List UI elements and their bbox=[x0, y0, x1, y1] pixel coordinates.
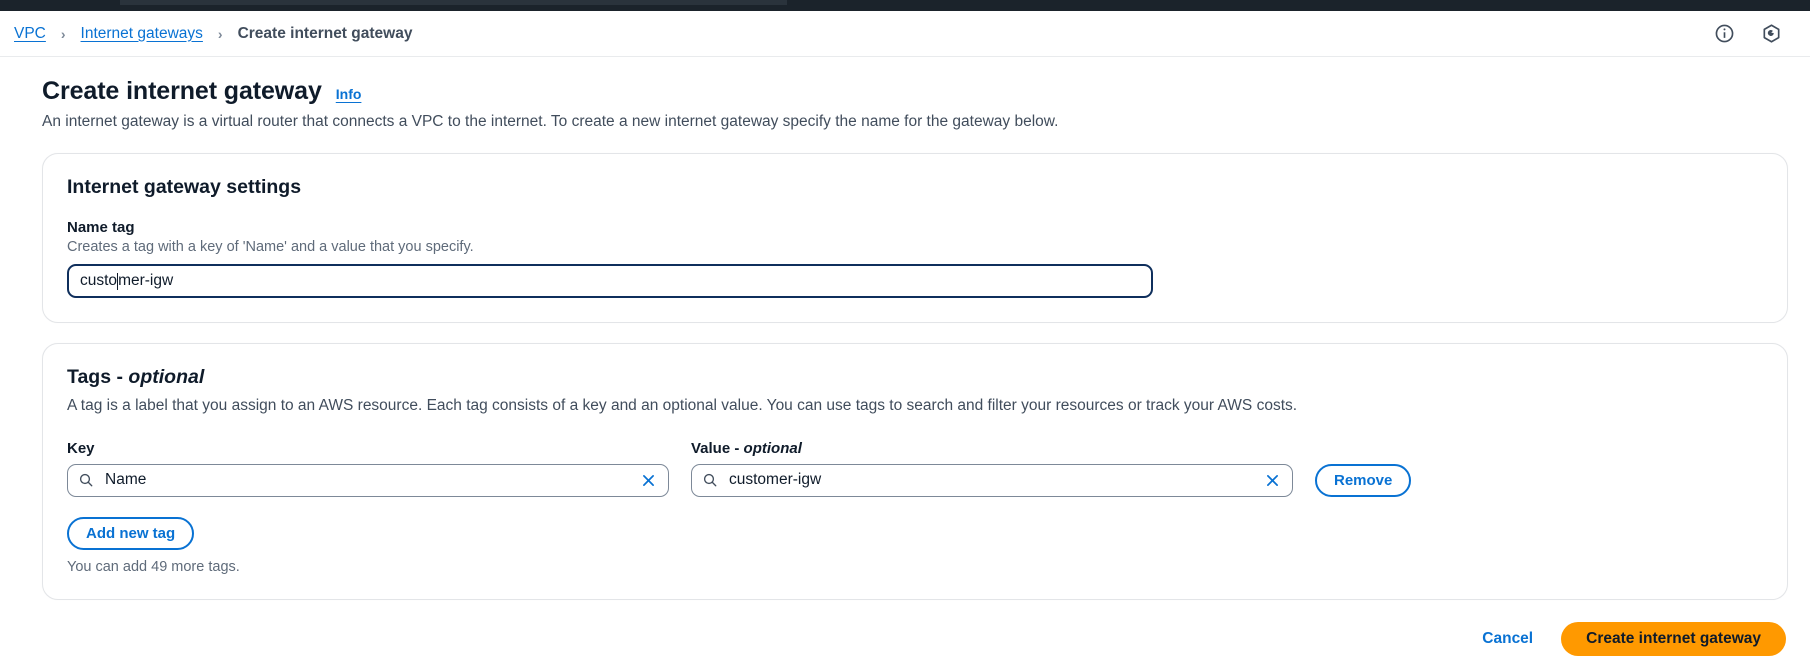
tags-column-header-value: Value - optional bbox=[691, 440, 1315, 457]
search-icon bbox=[702, 472, 718, 488]
info-circle-icon[interactable] bbox=[1714, 23, 1735, 44]
value-header-optional: optional bbox=[743, 439, 802, 457]
tag-value-value: customer-igw bbox=[729, 471, 822, 489]
page-title: Create internet gateway bbox=[42, 77, 322, 105]
page-title-row: Create internet gateway Info bbox=[42, 77, 1788, 106]
breadcrumb-bar: VPC › Internet gateways › Create interne… bbox=[0, 11, 1810, 57]
close-icon[interactable] bbox=[1264, 472, 1281, 489]
page-description: An internet gateway is a virtual router … bbox=[42, 113, 1059, 130]
name-tag-hint: Creates a tag with a key of 'Name' and a… bbox=[67, 239, 474, 256]
tags-title-dash: - bbox=[111, 366, 129, 389]
form-actions: Cancel Create internet gateway bbox=[42, 621, 1788, 656]
breadcrumb-item-internet-gateways[interactable]: Internet gateways bbox=[77, 25, 207, 43]
tags-card: Tags - optional A tag is a label that yo… bbox=[42, 343, 1788, 600]
settings-card-title: Internet gateway settings bbox=[67, 176, 302, 199]
name-tag-label: Name tag bbox=[67, 219, 135, 237]
header-icon-group bbox=[1714, 23, 1788, 44]
tags-card-title: Tags - optional bbox=[67, 366, 1763, 389]
create-internet-gateway-button[interactable]: Create internet gateway bbox=[1561, 621, 1786, 656]
search-icon bbox=[78, 472, 94, 488]
table-row: Name customer-igw Remove bbox=[67, 463, 1763, 497]
internet-gateway-settings-card: Internet gateway settings Name tag Creat… bbox=[42, 153, 1788, 324]
tag-key-input[interactable]: Name bbox=[67, 463, 669, 497]
cancel-button[interactable]: Cancel bbox=[1480, 626, 1535, 652]
tag-value-input[interactable]: customer-igw bbox=[691, 463, 1293, 497]
close-icon[interactable] bbox=[640, 472, 657, 489]
top-bar-segment bbox=[120, 0, 787, 5]
tags-column-header-key: Key bbox=[67, 439, 95, 457]
breadcrumb-separator-icon: › bbox=[217, 25, 223, 42]
tags-column-headers: Key Value - optional bbox=[67, 440, 1763, 457]
value-header-dash: - bbox=[730, 439, 744, 457]
value-header-main: Value bbox=[691, 439, 731, 457]
breadcrumb-item-current: Create internet gateway bbox=[237, 24, 413, 42]
breadcrumb-separator-icon: › bbox=[60, 25, 66, 42]
name-tag-value-after-caret: mer-igw bbox=[118, 272, 174, 290]
settings-hexagon-icon[interactable] bbox=[1761, 23, 1782, 44]
breadcrumb: VPC › Internet gateways › Create interne… bbox=[10, 25, 416, 43]
name-tag-input[interactable]: custo mer-igw bbox=[67, 264, 1153, 299]
page-info-link[interactable]: Info bbox=[336, 86, 362, 102]
tags-title-optional: optional bbox=[128, 366, 205, 389]
add-new-tag-button[interactable]: Add new tag bbox=[67, 516, 195, 550]
remove-tag-button[interactable]: Remove bbox=[1315, 463, 1412, 497]
breadcrumb-item-vpc[interactable]: VPC bbox=[10, 25, 50, 43]
name-tag-value-before-caret: custo bbox=[80, 272, 118, 290]
page-content: Create internet gateway Info An internet… bbox=[0, 57, 1810, 656]
tags-remaining-note: You can add 49 more tags. bbox=[67, 558, 240, 575]
console-top-bar bbox=[0, 0, 1810, 11]
tag-key-value: Name bbox=[105, 471, 147, 489]
tags-card-description: A tag is a label that you assign to an A… bbox=[67, 397, 1298, 415]
tags-title-main: Tags bbox=[67, 366, 112, 389]
